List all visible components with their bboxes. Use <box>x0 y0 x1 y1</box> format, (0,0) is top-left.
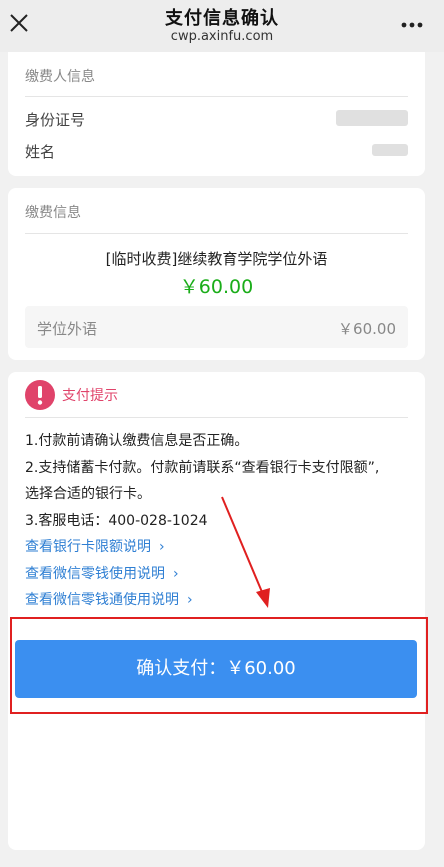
annotation-arrow-icon <box>221 496 270 608</box>
